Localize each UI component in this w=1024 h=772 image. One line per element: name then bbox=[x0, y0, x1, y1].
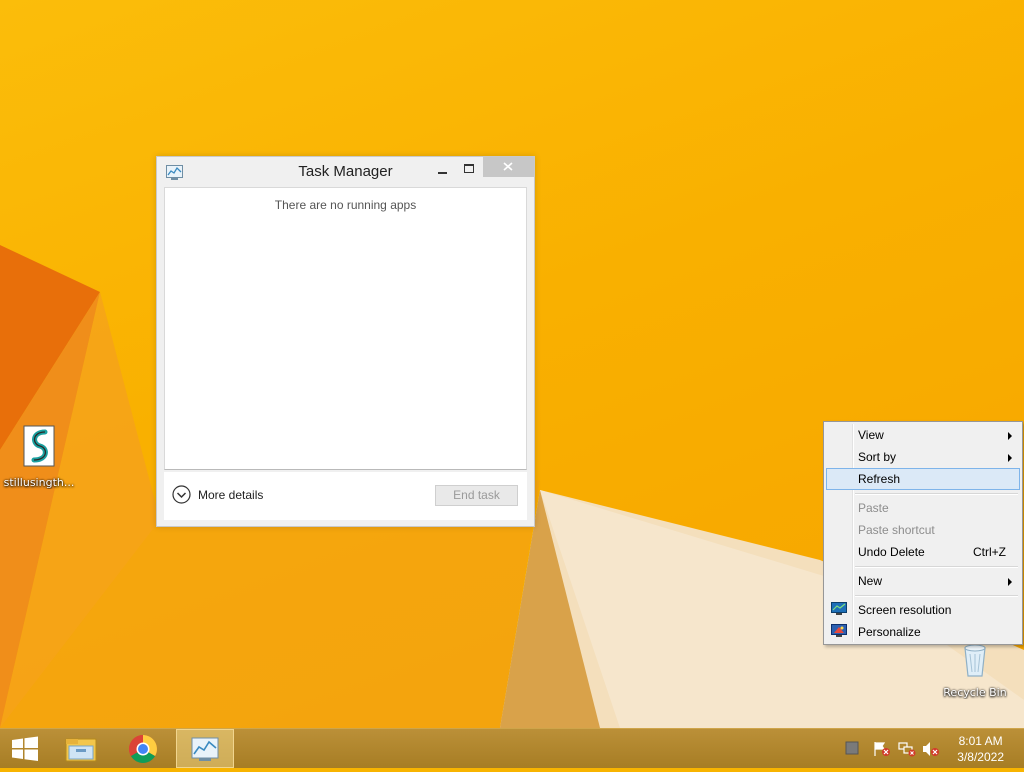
menu-item-sort-by[interactable]: Sort by bbox=[826, 446, 1020, 468]
windows-logo-icon bbox=[12, 736, 38, 761]
minimize-icon bbox=[438, 172, 447, 174]
menu-item-paste-shortcut[interactable]: Paste shortcut bbox=[826, 519, 1020, 541]
recycle-bin-icon bbox=[964, 644, 986, 677]
clock-date: 3/8/2022 bbox=[957, 750, 1004, 764]
menu-item-undo-delete[interactable]: Undo Delete Ctrl+Z bbox=[826, 541, 1020, 563]
menu-item-new[interactable]: New bbox=[826, 570, 1020, 592]
menu-item-label: Screen resolution bbox=[858, 603, 952, 617]
desktop-context-menu[interactable]: View Sort by Refresh Paste Paste shortcu… bbox=[823, 421, 1023, 645]
menu-item-shortcut: Ctrl+Z bbox=[973, 545, 1006, 559]
menu-item-label: New bbox=[858, 574, 883, 588]
end-task-button[interactable]: End task bbox=[435, 485, 518, 506]
menu-item-label: Undo Delete bbox=[858, 545, 925, 559]
menu-item-label: Paste bbox=[858, 501, 889, 515]
network-icon[interactable] bbox=[898, 741, 916, 757]
more-details-label: More details bbox=[198, 487, 264, 502]
desktop[interactable]: stillusingth... Recycle Bin Task Manager bbox=[0, 0, 1024, 728]
submenu-arrow-icon bbox=[1008, 432, 1012, 440]
task-manager-window[interactable]: Task Manager There are no running apps M… bbox=[156, 156, 535, 527]
app-list[interactable]: There are no running apps bbox=[164, 187, 527, 470]
submenu-arrow-icon bbox=[1008, 454, 1012, 462]
folder-icon bbox=[65, 738, 97, 762]
maximize-icon bbox=[464, 164, 474, 173]
monitor-icon bbox=[831, 602, 847, 615]
action-center-icon[interactable] bbox=[873, 741, 891, 757]
menu-separator bbox=[855, 493, 1018, 495]
menu-item-label: Sort by bbox=[858, 450, 897, 464]
taskbar-chrome[interactable] bbox=[114, 729, 172, 768]
menu-item-view[interactable]: View bbox=[826, 424, 1020, 446]
system-clock[interactable]: 8:01 AM 3/8/2022 bbox=[957, 733, 1004, 765]
desktop-icon-script[interactable]: stillusingth... bbox=[2, 424, 76, 489]
script-file-icon bbox=[23, 425, 55, 467]
menu-item-label: Personalize bbox=[858, 625, 921, 639]
empty-message: There are no running apps bbox=[274, 198, 417, 212]
taskbar: 8:01 AM 3/8/2022 bbox=[0, 728, 1024, 768]
menu-item-personalize[interactable]: Personalize bbox=[826, 621, 1020, 643]
menu-item-label: View bbox=[858, 428, 884, 442]
menu-item-label: Refresh bbox=[858, 472, 901, 486]
taskbar-file-explorer[interactable] bbox=[52, 729, 110, 768]
menu-item-refresh[interactable]: Refresh bbox=[826, 468, 1020, 490]
minimize-button[interactable] bbox=[433, 161, 453, 181]
menu-item-paste[interactable]: Paste bbox=[826, 497, 1020, 519]
start-button[interactable] bbox=[0, 729, 50, 768]
desktop-icon-label: stillusingth... bbox=[3, 476, 75, 489]
maximize-button[interactable] bbox=[459, 161, 479, 181]
chevron-down-circle-icon bbox=[172, 485, 191, 504]
task-manager-icon bbox=[191, 737, 219, 761]
volume-muted-icon[interactable] bbox=[922, 741, 940, 757]
close-icon bbox=[503, 162, 513, 171]
close-button[interactable] bbox=[483, 157, 534, 177]
menu-item-screen-resolution[interactable]: Screen resolution bbox=[826, 599, 1020, 621]
clock-time: 8:01 AM bbox=[958, 734, 1003, 748]
taskbar-task-manager[interactable] bbox=[176, 729, 234, 768]
menu-separator bbox=[855, 595, 1018, 597]
more-details-button[interactable]: More details bbox=[172, 485, 263, 504]
personalize-icon bbox=[831, 624, 847, 637]
chrome-icon bbox=[129, 735, 157, 763]
title-bar[interactable]: Task Manager bbox=[157, 157, 534, 187]
menu-separator bbox=[855, 566, 1018, 568]
window-footer: More details End task bbox=[164, 472, 527, 520]
menu-item-label: Paste shortcut bbox=[858, 523, 935, 537]
submenu-arrow-icon bbox=[1008, 578, 1012, 586]
tray-square-icon[interactable] bbox=[845, 741, 859, 755]
desktop-icon-label: Recycle Bin bbox=[943, 686, 1007, 699]
desktop-icon-recycle-bin[interactable]: Recycle Bin bbox=[938, 640, 1012, 699]
